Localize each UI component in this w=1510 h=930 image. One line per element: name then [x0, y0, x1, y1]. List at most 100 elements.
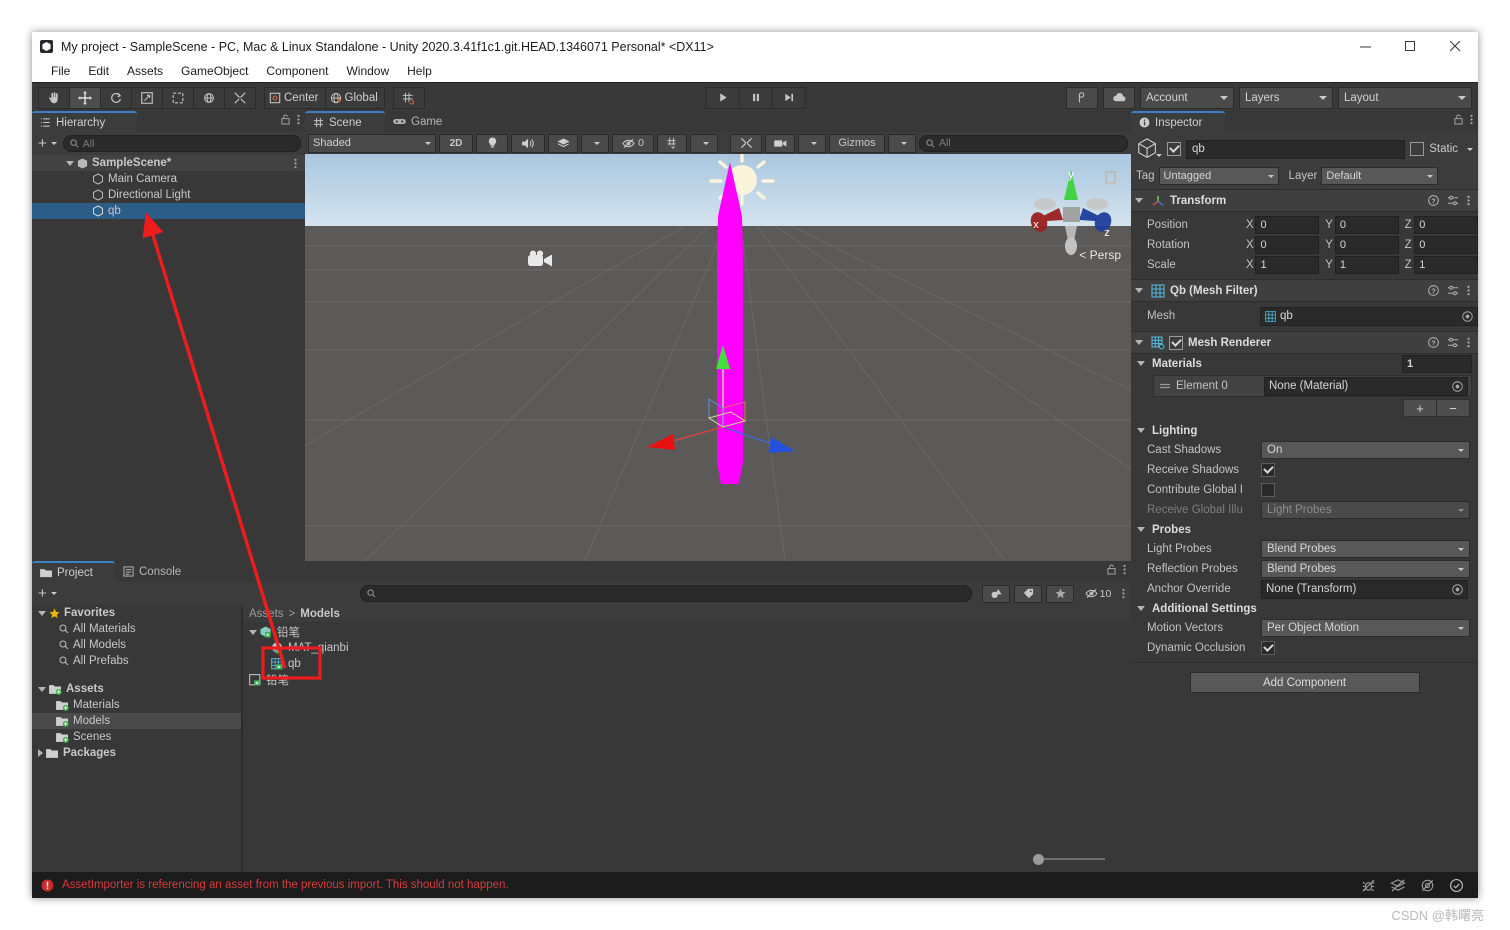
scale-z-input[interactable]: 1 [1414, 256, 1478, 274]
kebab-menu-icon[interactable] [1470, 114, 1473, 125]
pivot-mode-button[interactable]: Center [264, 87, 326, 109]
anchor-override-field[interactable]: None (Transform) [1261, 580, 1468, 599]
static-checkbox[interactable] [1410, 142, 1424, 156]
layers-dropdown[interactable]: Layers [1239, 87, 1333, 109]
close-icon[interactable] [1433, 32, 1478, 61]
light-probes-dropdown[interactable]: Blend Probes [1261, 540, 1470, 558]
object-picker-icon[interactable] [1452, 381, 1463, 392]
project-add-button[interactable]: + [36, 585, 59, 602]
gizmos-dropdown[interactable] [888, 134, 916, 153]
tab-scene[interactable]: Scene [305, 111, 385, 132]
grid-dropdown[interactable] [690, 134, 718, 153]
hierarchy-search-input[interactable]: All [63, 135, 301, 152]
tab-hierarchy[interactable]: Hierarchy [32, 111, 137, 132]
preset-icon[interactable] [1447, 337, 1459, 348]
hierarchy-scene-row[interactable]: SampleScene* [32, 155, 305, 171]
asset-zoom-slider[interactable] [1033, 853, 1105, 865]
scale-y-input[interactable]: 1 [1335, 256, 1399, 274]
position-z-input[interactable]: 0 [1414, 216, 1478, 234]
menu-edit[interactable]: Edit [79, 61, 118, 82]
additional-settings-header[interactable]: Additional Settings [1131, 599, 1478, 618]
mesh-object-field[interactable]: qb [1260, 307, 1478, 326]
object-enabled-checkbox[interactable] [1167, 142, 1181, 156]
hierarchy-item-qb[interactable]: qb [32, 203, 305, 219]
favorite-filter-icon[interactable] [1046, 585, 1074, 603]
help-icon[interactable]: ? [1428, 195, 1439, 206]
scale-tool-icon[interactable] [131, 87, 163, 109]
chevron-down-icon[interactable] [1137, 361, 1145, 366]
debug-off-icon[interactable] [1361, 878, 1376, 893]
account-dropdown[interactable]: Account [1140, 87, 1234, 109]
cloud-icon[interactable] [1103, 87, 1135, 109]
status-message[interactable]: AssetImporter is referencing an asset fr… [62, 879, 509, 891]
handle-space-button[interactable]: Global [325, 87, 385, 109]
check-circle-icon[interactable] [1449, 878, 1464, 893]
chevron-down-icon[interactable] [1156, 154, 1162, 157]
add-component-button[interactable]: Add Component [1190, 672, 1420, 693]
chevron-down-icon[interactable] [38, 611, 46, 616]
project-tree-item-packages[interactable]: Packages [32, 745, 241, 761]
chevron-down-icon[interactable] [1135, 340, 1143, 345]
asset-row-qianbi-model[interactable]: 铅笔 [243, 624, 1131, 640]
project-tree-item-models[interactable]: Models [32, 713, 241, 729]
menu-component[interactable]: Component [257, 61, 337, 82]
chevron-down-icon[interactable] [1137, 606, 1145, 611]
gizmos-button[interactable]: Gizmos [829, 134, 885, 153]
rotation-x-input[interactable]: 0 [1255, 236, 1319, 254]
kebab-menu-icon[interactable] [1467, 195, 1470, 206]
reflection-probes-dropdown[interactable]: Blend Probes [1261, 560, 1470, 578]
contribute-gi-checkbox[interactable] [1261, 483, 1275, 497]
tab-console[interactable]: Console [115, 561, 218, 582]
component-header-mesh-filter[interactable]: Qb (Mesh Filter) ? [1131, 279, 1478, 302]
chevron-down-icon[interactable] [1137, 527, 1145, 532]
layout-dropdown[interactable]: Layout [1338, 87, 1472, 109]
project-tree-item-scenes[interactable]: Scenes [32, 729, 241, 745]
object-picker-icon[interactable] [1452, 584, 1463, 595]
custom-tool-icon[interactable] [224, 87, 256, 109]
kebab-menu-icon[interactable] [1122, 588, 1125, 599]
help-icon[interactable]: ? [1428, 337, 1439, 348]
project-search-input[interactable] [360, 585, 972, 602]
hidden-objects-button[interactable]: 0 [612, 134, 654, 153]
rotation-y-input[interactable]: 0 [1335, 236, 1399, 254]
asset-row-mat-qianbi[interactable]: MAT_qianbi [243, 640, 1131, 656]
scene-tools-icon[interactable] [730, 134, 762, 153]
chevron-down-icon[interactable] [1135, 288, 1143, 293]
project-tree-item-all-materials[interactable]: All Materials [32, 621, 241, 637]
cast-shadows-dropdown[interactable]: On [1261, 441, 1470, 459]
play-icon[interactable] [706, 87, 740, 109]
kebab-menu-icon[interactable] [294, 158, 297, 169]
zoom-slider-handle[interactable] [1033, 854, 1044, 865]
project-tree-item-all-models[interactable]: All Models [32, 637, 241, 653]
move-tool-icon[interactable] [69, 87, 101, 109]
scene-viewport[interactable]: y x z < Persp [305, 154, 1131, 561]
grid-snap-icon[interactable] [393, 87, 425, 109]
position-y-input[interactable]: 0 [1335, 216, 1399, 234]
chevron-down-icon[interactable] [1135, 198, 1143, 203]
error-icon[interactable] [41, 879, 54, 892]
grid-visibility-icon[interactable] [657, 134, 687, 153]
scene-camera-dropdown[interactable] [798, 134, 826, 153]
tab-game[interactable]: Game [385, 111, 475, 132]
menu-gameobject[interactable]: GameObject [172, 61, 257, 82]
hierarchy-item-main-camera[interactable]: Main Camera [32, 171, 305, 187]
layers-stack-icon[interactable] [1390, 878, 1406, 893]
asset-row-qianbi-texture[interactable]: 铅笔 [243, 672, 1131, 688]
mesh-renderer-enabled-checkbox[interactable] [1169, 336, 1183, 350]
fx-dropdown[interactable] [581, 134, 609, 153]
rect-tool-icon[interactable] [162, 87, 194, 109]
kebab-menu-icon[interactable] [1467, 337, 1470, 348]
preset-icon[interactable] [1447, 285, 1459, 296]
scene-search-input[interactable]: All [919, 135, 1128, 152]
step-icon[interactable] [772, 87, 806, 109]
projection-mode-label[interactable]: < Persp [1079, 248, 1121, 262]
menu-file[interactable]: File [42, 61, 79, 82]
chevron-down-icon[interactable] [38, 687, 46, 692]
chevron-down-icon[interactable] [249, 630, 257, 635]
materials-section-header[interactable]: Materials 1 [1131, 354, 1478, 373]
chevron-right-icon[interactable] [38, 749, 43, 757]
scene-camera-icon[interactable] [765, 134, 795, 153]
remove-material-button[interactable]: − [1437, 399, 1470, 417]
lock-icon[interactable] [1454, 114, 1463, 125]
menu-window[interactable]: Window [337, 61, 398, 82]
